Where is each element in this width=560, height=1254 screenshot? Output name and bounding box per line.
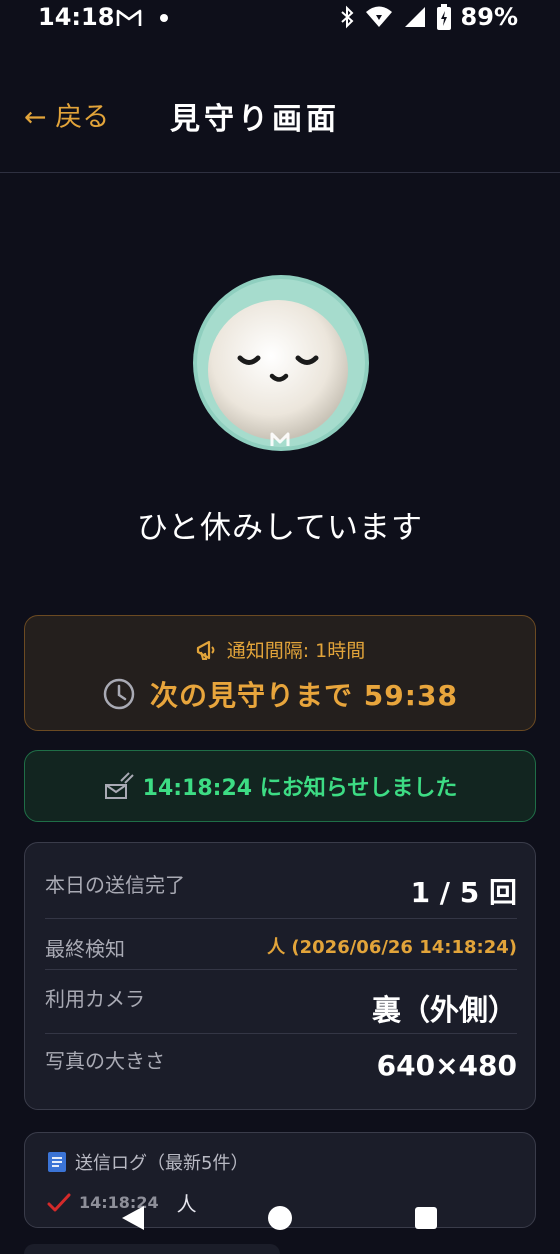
- clock-icon: [103, 678, 135, 710]
- last-notify-text: 14:18:24 にお知らせしました: [142, 776, 458, 801]
- row-divider: [45, 1033, 517, 1034]
- header-divider: [0, 172, 560, 173]
- last-detect-label: 最終検知: [45, 937, 125, 961]
- interval-row: 通知間隔: 1時間: [25, 636, 535, 663]
- nav-back-icon[interactable]: [120, 1204, 146, 1232]
- battery-percent: 89%: [460, 3, 518, 31]
- mascot-sleeping-face-icon: [193, 275, 369, 451]
- page-title: 見守り画面: [170, 102, 340, 137]
- row-divider: [45, 918, 517, 919]
- megaphone-icon: [196, 640, 215, 660]
- status-message: ひと休みしています: [136, 510, 424, 546]
- screen: 14:18 89% ← 戻る 見守り画面 ひと休みしています 通知間隔: 1時間…: [0, 0, 560, 1254]
- sent-today-label: 本日の送信完了: [45, 873, 185, 897]
- photo-size-label: 写真の大きさ: [45, 1049, 165, 1073]
- camera-value: 裏（外側）: [371, 993, 517, 1027]
- battery-icon: [436, 4, 451, 30]
- send-log-title: 送信ログ（最新5件）: [75, 1153, 249, 1174]
- last-detect-value: 人 (2026/06/26 14:18:24): [267, 937, 517, 958]
- photo-size-value: 640×480: [376, 1049, 517, 1082]
- nav-recents-icon[interactable]: [415, 1207, 437, 1229]
- status-indicators: 89%: [339, 3, 518, 31]
- app-header: ← 戻る 見守り画面: [0, 80, 560, 150]
- status-time: 14:18: [38, 3, 115, 31]
- bluetooth-icon: [340, 5, 353, 29]
- interval-label: 通知間隔: 1時間: [226, 640, 366, 662]
- camera-label: 利用カメラ: [45, 987, 145, 1011]
- nav-home-icon[interactable]: [268, 1206, 292, 1230]
- notification-dot-icon: [160, 14, 168, 22]
- row-divider: [45, 969, 517, 970]
- sent-mail-icon: [104, 772, 134, 799]
- interval-card: 通知間隔: 1時間 次の見守りまで 59:38: [24, 615, 536, 731]
- clipboard-icon: [48, 1152, 66, 1172]
- signal-icon: [404, 7, 425, 27]
- send-log-title-row: 送信ログ（最新5件）: [47, 1149, 248, 1175]
- status-bar: 14:18 89%: [0, 0, 560, 40]
- last-notify-card: 14:18:24 にお知らせしました: [24, 750, 536, 822]
- sent-today-value: 1 / 5 回: [410, 876, 517, 909]
- wifi-icon: [365, 6, 392, 27]
- countdown-row: 次の見守りまで 59:38: [25, 674, 535, 714]
- system-nav-bar: [0, 1190, 560, 1254]
- back-button[interactable]: ← 戻る: [24, 95, 109, 134]
- info-card: 本日の送信完了 1 / 5 回 最終検知 人 (2026/06/26 14:18…: [24, 842, 536, 1110]
- countdown-label: 次の見守りまで 59:38: [150, 679, 458, 712]
- gmail-icon: [116, 9, 142, 26]
